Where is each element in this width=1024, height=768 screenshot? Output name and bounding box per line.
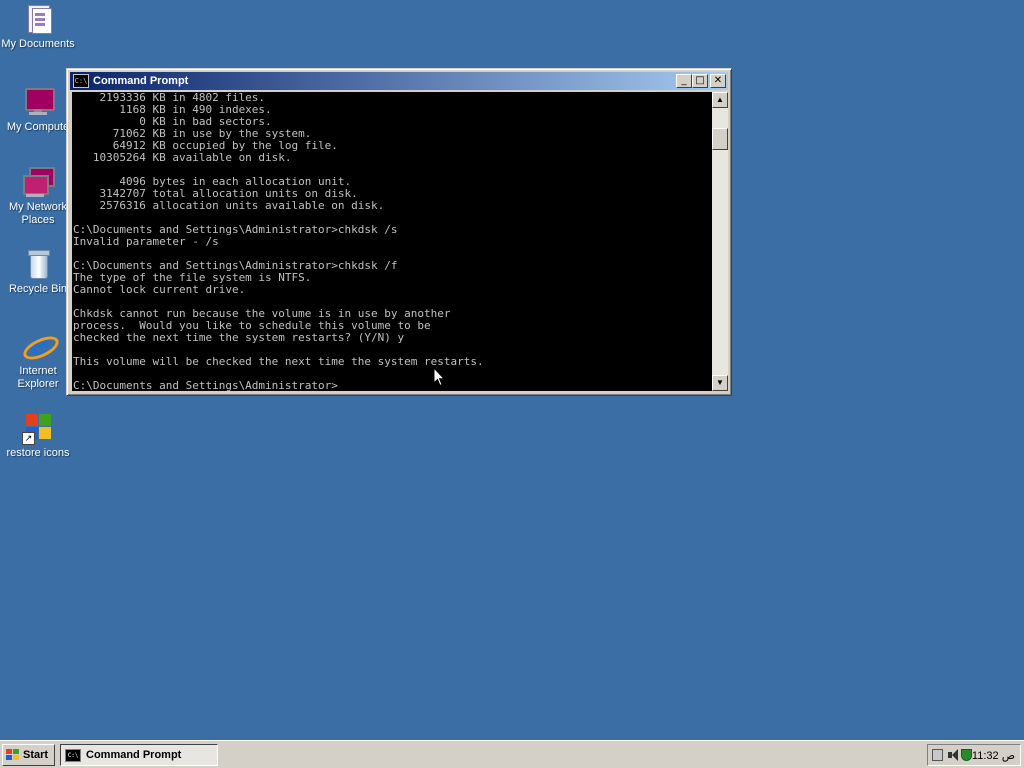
desktop-icon-label: Recycle Bin xyxy=(8,283,68,295)
console-line: C:\Documents and Settings\Administrator> xyxy=(73,379,338,392)
console-line: This volume will be checked the next tim… xyxy=(73,355,484,368)
desktop-icon-recycle-bin[interactable]: Recycle Bin xyxy=(0,248,76,296)
clock[interactable]: 11:32 ص xyxy=(972,749,1015,762)
my-documents-icon xyxy=(22,3,54,35)
console-output[interactable]: 2193336 KB in 4802 files. 1168 KB in 490… xyxy=(72,92,712,391)
system-tray: 11:32 ص xyxy=(927,744,1021,766)
recycle-bin-icon xyxy=(22,248,54,280)
console-line: Invalid parameter - /s xyxy=(73,235,219,248)
taskbar-item-label: Command Prompt xyxy=(86,749,182,761)
command-prompt-window[interactable]: C:\ Command Prompt _ □ ✕ 2193336 KB in 4… xyxy=(66,68,732,396)
my-computer-icon xyxy=(22,86,55,118)
windows-logo-icon xyxy=(6,749,20,761)
window-controls: _ □ ✕ xyxy=(676,74,726,88)
scroll-thumb[interactable] xyxy=(712,128,728,150)
console-line: 10305264 KB available on disk. xyxy=(73,151,292,164)
desktop-icon-restore-icons[interactable]: ↗ restore icons xyxy=(0,412,76,460)
taskbar: Start C:\ Command Prompt 11:32 ص xyxy=(0,740,1024,768)
desktop-icon-internet-explorer[interactable]: e Internet Explorer xyxy=(0,330,76,391)
window-titlebar[interactable]: C:\ Command Prompt _ □ ✕ xyxy=(70,72,728,90)
network-icon[interactable] xyxy=(932,749,943,761)
desktop-icon-my-documents[interactable]: My Documents xyxy=(0,3,76,51)
desktop-icon-label: My Network Places xyxy=(8,201,68,226)
desktop-icon-my-network-places[interactable]: My Network Places xyxy=(0,166,76,227)
my-network-places-icon xyxy=(22,166,55,198)
maximize-button[interactable]: □ xyxy=(692,74,708,88)
console-line: Cannot lock current drive. xyxy=(73,283,246,296)
desktop-icon-label: restore icons xyxy=(6,447,70,459)
console-line: checked the next time the system restart… xyxy=(73,331,405,344)
security-shield-icon[interactable] xyxy=(961,749,972,761)
desktop-icon-label: My Compute xyxy=(6,121,70,133)
console-line: 2576316 allocation units available on di… xyxy=(73,199,385,212)
desktop-icon-label: My Documents xyxy=(1,38,75,50)
window-title: Command Prompt xyxy=(93,75,189,87)
scroll-up-button[interactable]: ▲ xyxy=(712,92,728,108)
internet-explorer-icon: e xyxy=(19,330,63,365)
cmd-icon[interactable]: C:\ xyxy=(73,74,89,88)
cmd-icon: C:\ xyxy=(65,748,81,762)
close-button[interactable]: ✕ xyxy=(710,74,726,88)
taskbar-item-command-prompt[interactable]: C:\ Command Prompt xyxy=(60,744,218,766)
restore-icons-icon: ↗ xyxy=(22,412,54,445)
desktop-icon-label: Internet Explorer xyxy=(17,365,59,390)
vertical-scrollbar[interactable]: ▲ ▼ xyxy=(712,92,728,391)
mouse-cursor-icon xyxy=(433,367,445,387)
minimize-button[interactable]: _ xyxy=(676,74,692,88)
desktop-icon-my-computer[interactable]: My Compute xyxy=(0,86,76,134)
volume-icon[interactable] xyxy=(946,749,959,761)
start-label: Start xyxy=(23,749,49,761)
start-button[interactable]: Start xyxy=(2,744,55,766)
scroll-down-button[interactable]: ▼ xyxy=(712,375,728,391)
